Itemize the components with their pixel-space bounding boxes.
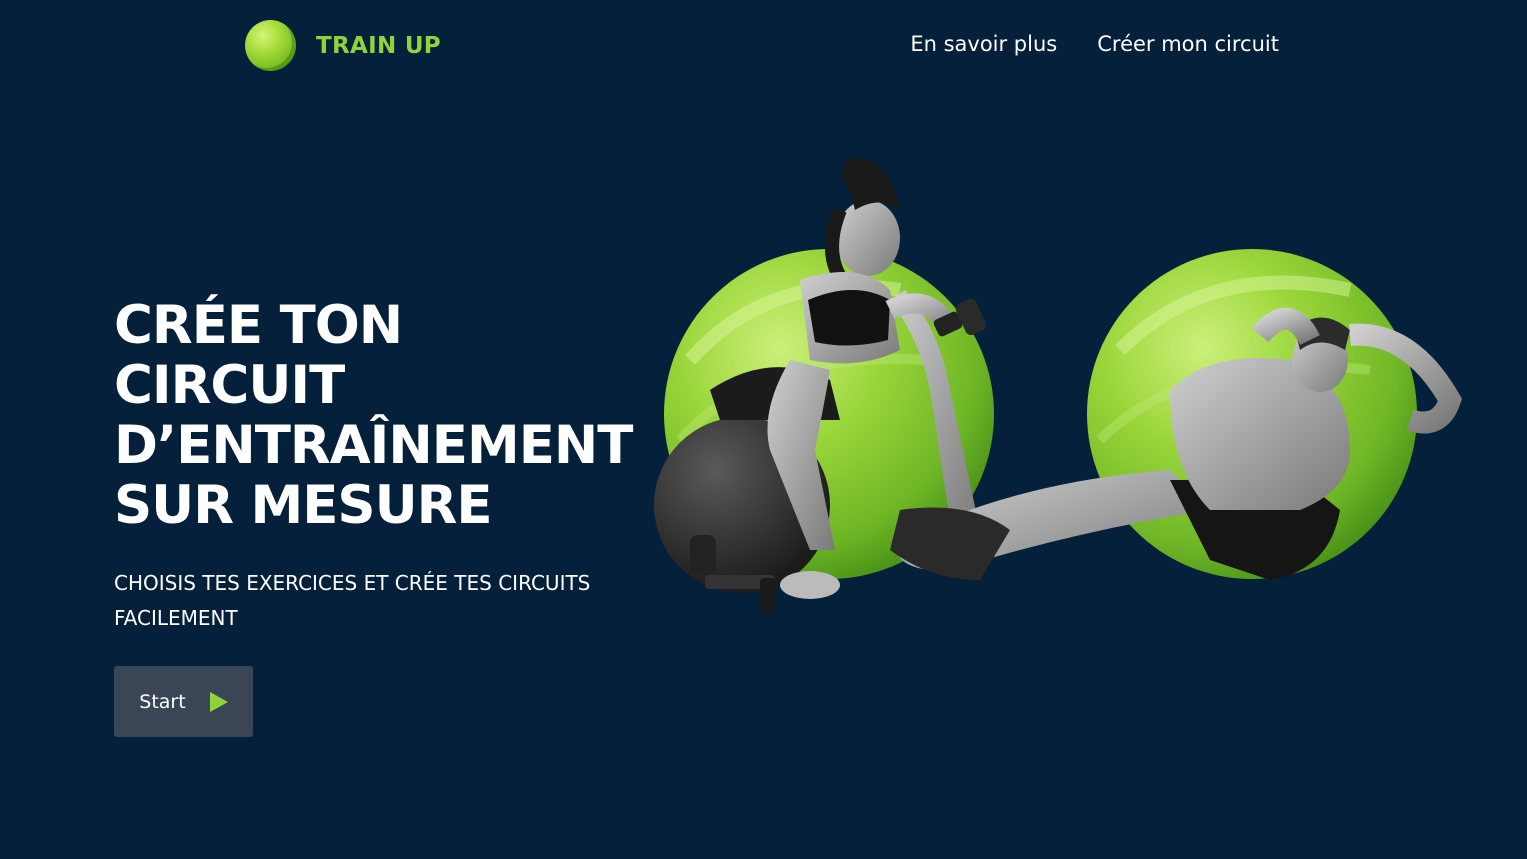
hero-title-line: SUR MESURE [114, 475, 493, 536]
hero-title-line: D’ENTRAÎNEMENT [114, 415, 633, 476]
nav-link-en-savoir-plus[interactable]: En savoir plus [910, 32, 1057, 56]
main-nav: En savoir plus Créer mon circuit [910, 32, 1279, 56]
hero-title-line: CRÉE TON [114, 295, 403, 356]
play-icon [209, 691, 228, 712]
hero-title: CRÉE TON CIRCUIT D’ENTRAÎNEMENT SUR MESU… [114, 296, 674, 536]
start-button-label: Start [139, 690, 186, 713]
landing-page: TRAIN UP En savoir plus Créer mon circui… [0, 0, 1527, 859]
hero-subtitle: CHOISIS TES EXERCICES ET CRÉE TES CIRCUI… [114, 571, 591, 630]
brand-name: TRAIN UP [316, 32, 441, 59]
nav-link-creer-mon-circuit[interactable]: Créer mon circuit [1097, 32, 1279, 56]
hero-illustration [654, 158, 1462, 614]
brand-logo-link[interactable]: TRAIN UP [245, 20, 441, 71]
hero-title-line: CIRCUIT [114, 355, 345, 416]
start-button[interactable]: Start [114, 666, 253, 737]
green-ball-icon [245, 20, 296, 71]
